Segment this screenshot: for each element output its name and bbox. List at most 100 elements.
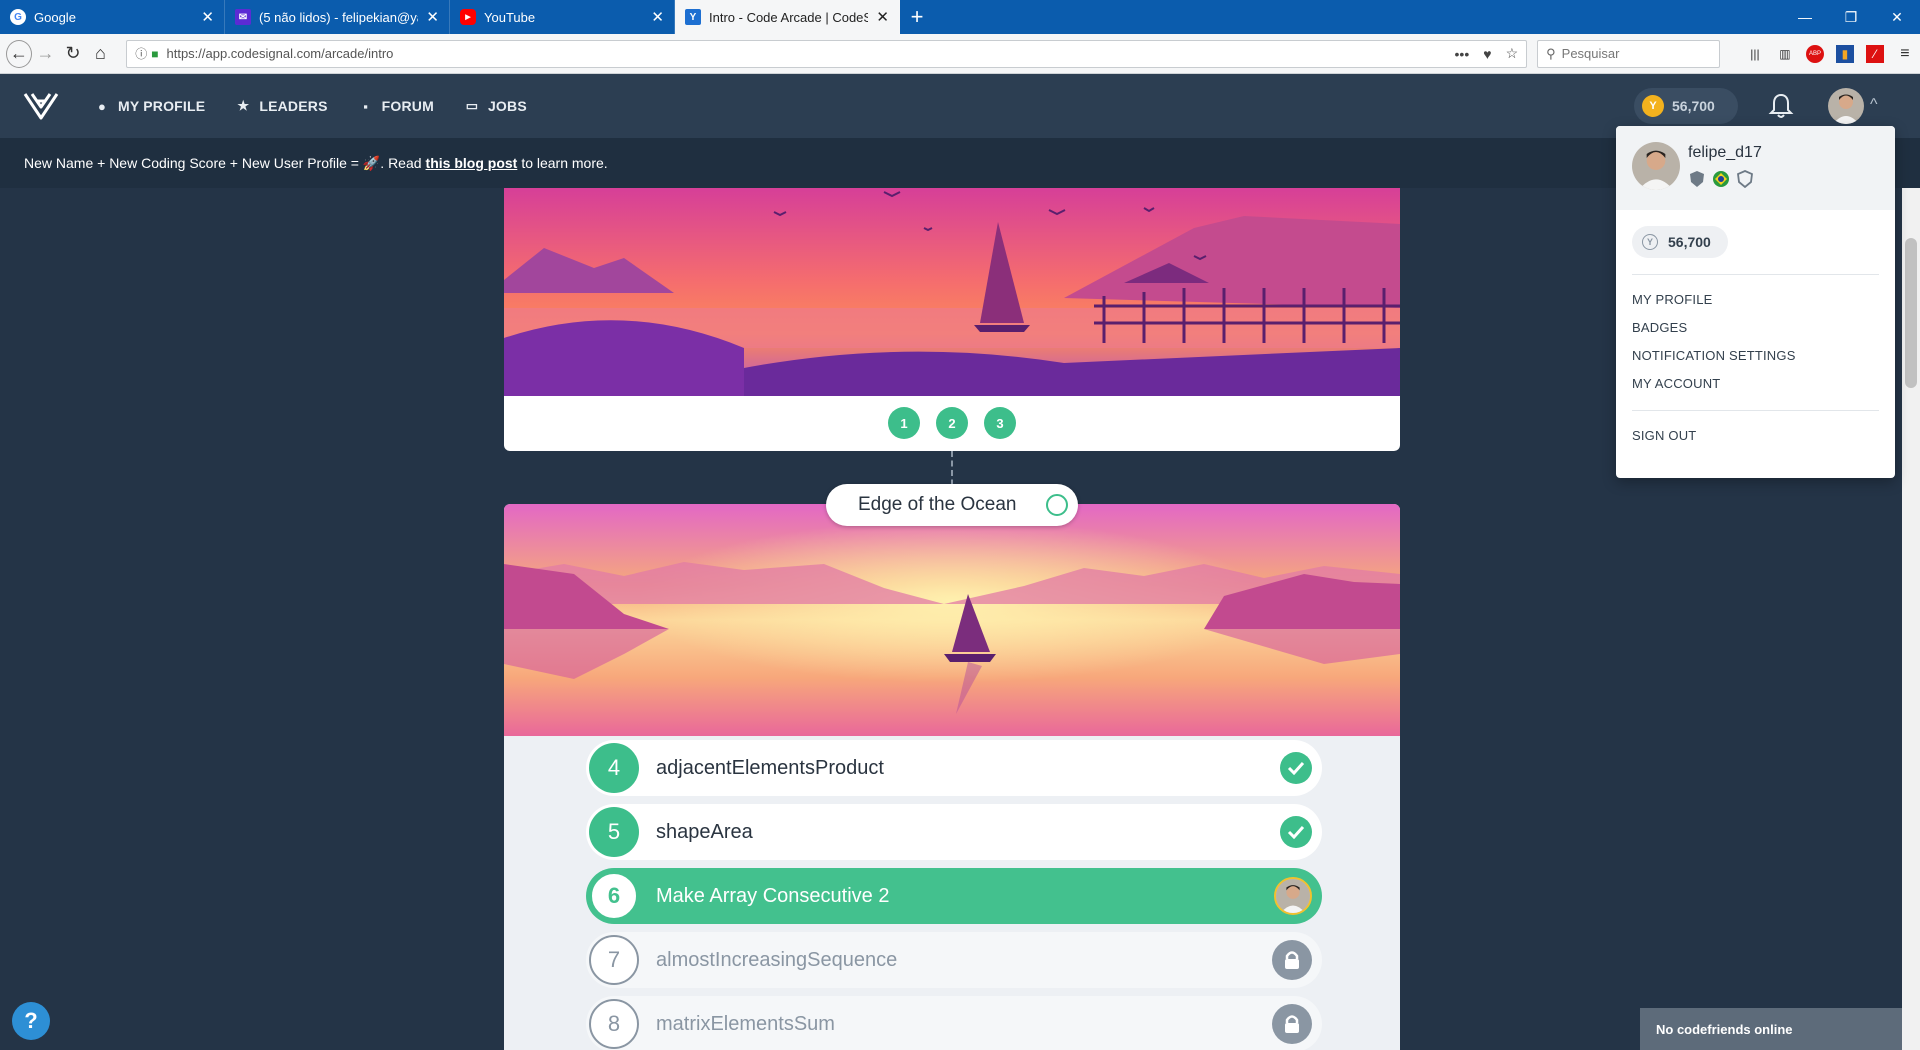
- task-list: 4 adjacentElementsProduct 5 shapeArea 6 …: [586, 740, 1322, 1050]
- notifications-bell-icon[interactable]: [1768, 92, 1794, 120]
- edge-of-ocean-card: 4 adjacentElementsProduct 5 shapeArea 6 …: [504, 504, 1400, 1050]
- task-name: almostIncreasingSequence: [656, 948, 898, 971]
- url-text[interactable]: https://app.codesignal.com/arcade/intro: [166, 46, 1440, 61]
- help-button[interactable]: ?: [12, 1002, 50, 1040]
- task-row-locked[interactable]: 7 almostIncreasingSequence: [586, 932, 1322, 988]
- divider: [1632, 410, 1879, 411]
- task-name: matrixElementsSum: [656, 1012, 835, 1035]
- shield-badge-icon: [1688, 170, 1706, 188]
- window-controls: — ❐ ✕: [1782, 0, 1920, 34]
- restore-icon[interactable]: ❐: [1828, 0, 1874, 34]
- extension-chart-icon[interactable]: ▮: [1835, 44, 1854, 63]
- home-icon[interactable]: ⌂: [87, 39, 114, 69]
- coin-icon: Y: [1642, 95, 1664, 117]
- task-row[interactable]: 5 shapeArea: [586, 804, 1322, 860]
- briefcase-icon: ▭: [465, 98, 479, 113]
- browser-tab-codesignal[interactable]: Y Intro - Code Arcade | CodeSignal ✕: [675, 0, 900, 34]
- back-icon[interactable]: ←: [6, 39, 32, 68]
- nav-label: MY PROFILE: [118, 98, 206, 114]
- task-number: 7: [589, 935, 639, 985]
- task-number: 8: [589, 999, 639, 1049]
- nav-label: LEADERS: [259, 98, 328, 114]
- ocean-illustration: [504, 504, 1400, 736]
- task-number: 5: [589, 807, 639, 857]
- close-icon[interactable]: ✕: [426, 8, 439, 26]
- codesignal-logo[interactable]: [22, 90, 60, 122]
- close-icon[interactable]: ✕: [651, 8, 664, 26]
- lock-icon: [1272, 1004, 1312, 1044]
- page-scrollbar[interactable]: [1902, 188, 1920, 1050]
- browser-tab-bar: G Google ✕ ✉ (5 não lidos) - felipekian@…: [0, 0, 1920, 34]
- task-row[interactable]: 4 adjacentElementsProduct: [586, 740, 1322, 796]
- search-icon: ⚲: [1546, 45, 1556, 61]
- task-number: 6: [589, 871, 639, 921]
- nav-jobs[interactable]: ▭ JOBS: [464, 98, 527, 114]
- level-title-pill[interactable]: Edge of the Ocean: [826, 484, 1078, 526]
- search-input[interactable]: ⚲ Pesquisar: [1537, 39, 1720, 68]
- star-icon: ★: [237, 98, 250, 113]
- browser-tab-mail[interactable]: ✉ (5 não lidos) - felipekian@yahoo ✕: [225, 0, 450, 34]
- menu-sign-out[interactable]: SIGN OUT: [1632, 428, 1696, 443]
- section-dot[interactable]: 2: [936, 407, 968, 439]
- task-row-locked[interactable]: 8 matrixElementsSum: [586, 996, 1322, 1050]
- nav-forum[interactable]: ▪ FORUM: [358, 98, 434, 114]
- bookmark-star-icon[interactable]: ☆: [1506, 45, 1519, 62]
- blog-post-link[interactable]: this blog post: [426, 155, 518, 171]
- forward-icon[interactable]: →: [32, 39, 59, 69]
- avatar[interactable]: [1632, 142, 1680, 190]
- brazil-flag-icon: [1712, 170, 1730, 188]
- section-dot[interactable]: 3: [984, 407, 1016, 439]
- google-icon: G: [10, 9, 26, 25]
- level-title: Edge of the Ocean: [858, 494, 1017, 515]
- task-number: 4: [589, 743, 639, 793]
- task-name: Make Array Consecutive 2: [656, 884, 890, 907]
- tab-title: YouTube: [484, 9, 536, 25]
- minimize-icon[interactable]: —: [1782, 0, 1828, 34]
- chevron-up-icon[interactable]: ^: [1870, 96, 1878, 114]
- lock-icon: ■: [151, 46, 159, 61]
- adblock-icon[interactable]: ABP: [1805, 44, 1824, 63]
- progress-ring-icon: [1046, 494, 1068, 516]
- username[interactable]: felipe_d17: [1688, 144, 1762, 162]
- nav-my-profile[interactable]: ● MY PROFILE: [94, 98, 205, 114]
- tab-title: Google: [34, 9, 76, 25]
- url-bar[interactable]: ⓘ ■ https://app.codesignal.com/arcade/in…: [126, 39, 1528, 68]
- info-icon[interactable]: ⓘ: [135, 45, 147, 62]
- menu-my-account[interactable]: MY ACCOUNT: [1632, 376, 1720, 391]
- lock-icon: [1272, 940, 1312, 980]
- menu-icon[interactable]: ≡: [1896, 45, 1914, 63]
- reload-icon[interactable]: ↻: [59, 39, 86, 69]
- codefriends-status: No codefriends online: [1656, 1021, 1793, 1037]
- nav-label: JOBS: [487, 98, 527, 114]
- nav-leaders[interactable]: ★ LEADERS: [235, 98, 327, 114]
- section-dot[interactable]: 1: [888, 407, 920, 439]
- intro-section-card: 1 2 3: [504, 188, 1400, 451]
- sunset-illustration: [504, 188, 1400, 396]
- dropdown-coins: Y 56,700: [1632, 226, 1728, 258]
- menu-badges[interactable]: BADGES: [1632, 320, 1687, 335]
- close-icon[interactable]: ✕: [876, 8, 889, 26]
- coin-icon: Y: [1642, 234, 1658, 250]
- announcement-text: New Name + New Coding Score + New User P…: [24, 154, 422, 171]
- browser-tab-google[interactable]: G Google ✕: [0, 0, 225, 34]
- menu-notification-settings[interactable]: NOTIFICATION SETTINGS: [1632, 348, 1796, 363]
- close-icon[interactable]: ✕: [201, 8, 214, 26]
- library-icon[interactable]: |||: [1746, 45, 1764, 63]
- pocket-icon[interactable]: ♥: [1483, 46, 1491, 62]
- extension-red-icon[interactable]: ⁄: [1865, 44, 1884, 63]
- task-name: adjacentElementsProduct: [656, 756, 884, 779]
- more-icon[interactable]: •••: [1455, 46, 1470, 62]
- nav-label: FORUM: [381, 98, 434, 114]
- divider: [1632, 274, 1879, 275]
- task-row-current[interactable]: 6 Make Array Consecutive 2: [586, 868, 1322, 924]
- avatar[interactable]: [1828, 88, 1864, 124]
- sidebar-icon[interactable]: ▥: [1776, 45, 1794, 63]
- scrollbar-thumb[interactable]: [1905, 238, 1917, 388]
- close-window-icon[interactable]: ✕: [1874, 0, 1920, 34]
- codesignal-icon: Y: [685, 9, 701, 25]
- new-tab-button[interactable]: +: [900, 0, 934, 34]
- codefriends-panel[interactable]: No codefriends online: [1640, 1008, 1902, 1050]
- coins-pill[interactable]: Y 56,700: [1634, 88, 1738, 124]
- browser-tab-youtube[interactable]: ▶ YouTube ✕: [450, 0, 675, 34]
- menu-my-profile[interactable]: MY PROFILE: [1632, 292, 1713, 307]
